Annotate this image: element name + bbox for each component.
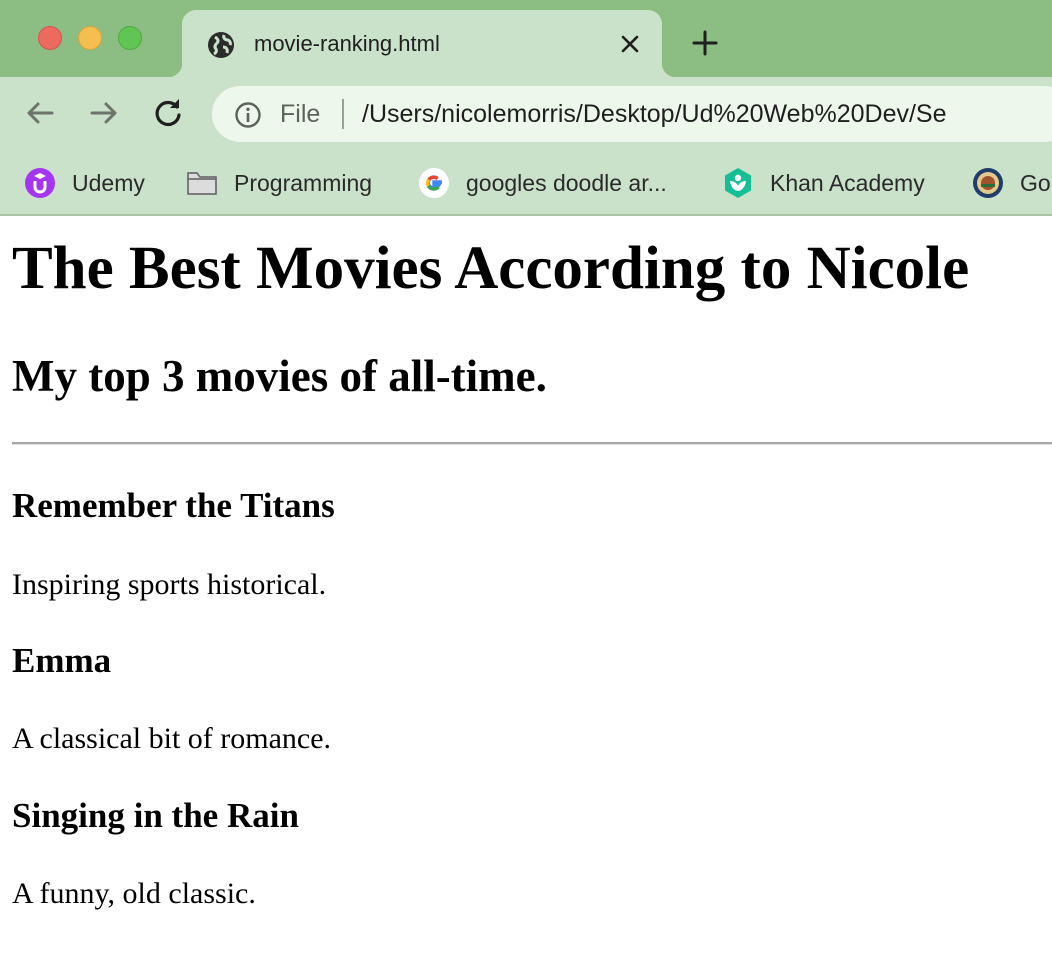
bookmark-label: Udemy [72, 170, 145, 196]
toolbar: File /Users/nicolemorris/Desktop/Ud%20We… [0, 77, 1052, 153]
movie-title: Singing in the Rain [12, 796, 299, 835]
page-title: The Best Movies According to Nicole [12, 235, 970, 302]
bookmark-label: Khan Academy [770, 170, 925, 196]
forward-arrow-icon[interactable] [86, 95, 122, 131]
khan-academy-icon [725, 168, 751, 198]
close-icon[interactable] [616, 30, 644, 58]
bookmark-label: Programming [234, 170, 373, 196]
window-close-button[interactable] [38, 26, 62, 50]
info-icon[interactable] [234, 101, 262, 129]
url-text[interactable]: /Users/nicolemorris/Desktop/Ud%20Web%20D… [362, 99, 947, 129]
scheme-label: File [280, 100, 321, 128]
movie-description: Inspiring sports historical. [12, 568, 327, 601]
address-separator [342, 99, 344, 129]
new-tab-button[interactable] [690, 28, 720, 58]
folder-icon [187, 172, 217, 195]
tab-title: movie-ranking.html [254, 31, 440, 56]
chrome-divider [0, 214, 1052, 216]
browser-chrome: movie-ranking.html File /Users/nicolemor… [0, 0, 1052, 216]
address-bar[interactable]: File /Users/nicolemorris/Desktop/Ud%20We… [212, 86, 1052, 142]
bookmarks-bar: Udemy Programming googles doodle ar... K… [0, 153, 1052, 214]
udemy-icon [25, 168, 55, 198]
tab-strip: movie-ranking.html [0, 0, 1052, 77]
back-arrow-icon[interactable] [22, 95, 58, 131]
seal-icon [973, 168, 1003, 198]
bookmark-label: Go [1020, 170, 1051, 196]
tab-movie-ranking[interactable]: movie-ranking.html [168, 10, 676, 77]
horizontal-rule [12, 442, 1052, 445]
movie-description: A funny, old classic. [12, 877, 256, 910]
google-icon [419, 168, 449, 198]
movie-title: Remember the Titans [12, 486, 335, 525]
bookmark-label: googles doodle ar... [466, 170, 667, 196]
page-subtitle: My top 3 movies of all-time. [12, 351, 547, 401]
window-minimize-button[interactable] [78, 26, 102, 50]
movie-description: A classical bit of romance. [12, 722, 332, 755]
globe-icon [208, 32, 234, 58]
reload-icon[interactable] [150, 95, 186, 131]
movie-title: Emma [12, 641, 112, 680]
window-maximize-button[interactable] [118, 26, 142, 50]
